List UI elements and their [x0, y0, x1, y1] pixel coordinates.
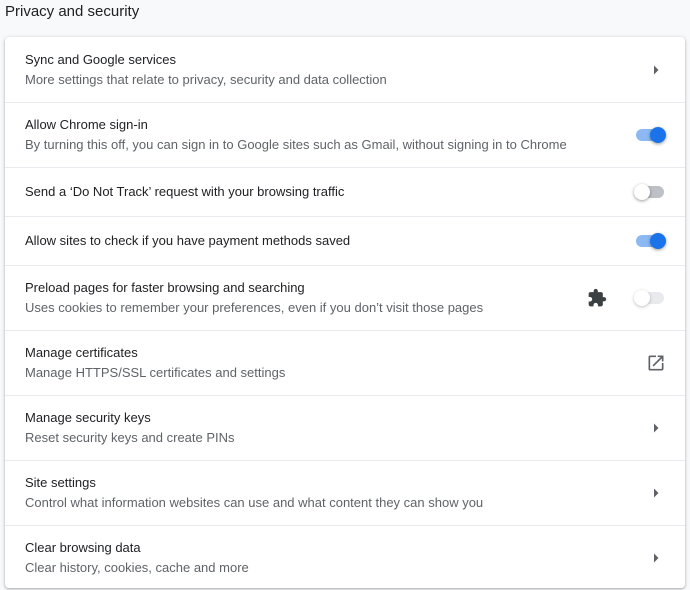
row-label: Site settings — [25, 475, 96, 490]
row-label: Manage certificates — [25, 345, 138, 360]
row-sublabel: Clear history, cookies, cache and more — [25, 560, 249, 575]
payment-methods-row: Allow sites to check if you have payment… — [5, 216, 685, 265]
extension-puzzle-icon[interactable] — [585, 286, 609, 310]
manage-security-keys-row[interactable]: Manage security keys Reset security keys… — [5, 395, 685, 460]
row-label: Clear browsing data — [25, 540, 141, 555]
toggle-knob — [650, 233, 666, 249]
toggle-knob — [650, 127, 666, 143]
row-label: Manage security keys — [25, 410, 151, 425]
manage-certificates-row[interactable]: Manage certificates Manage HTTPS/SSL cer… — [5, 330, 685, 395]
row-label: Allow Chrome sign-in — [25, 117, 148, 132]
row-sublabel: Uses cookies to remember your preference… — [25, 300, 484, 315]
do-not-track-row: Send a ‘Do Not Track’ request with your … — [5, 167, 685, 216]
row-label: Allow sites to check if you have payment… — [25, 233, 351, 248]
allow-chrome-signin-toggle[interactable] — [633, 125, 667, 145]
do-not-track-toggle[interactable] — [633, 182, 667, 202]
row-sublabel: By turning this off, you can sign in to … — [25, 137, 567, 152]
allow-chrome-signin-row: Allow Chrome sign-in By turning this off… — [5, 102, 685, 167]
sync-google-services-row[interactable]: Sync and Google services More settings t… — [5, 37, 685, 102]
row-label: Preload pages for faster browsing and se… — [25, 280, 305, 295]
clear-browsing-data-row[interactable]: Clear browsing data Clear history, cooki… — [5, 525, 685, 588]
chevron-right-icon[interactable] — [644, 416, 668, 440]
preload-pages-toggle[interactable] — [633, 288, 667, 308]
settings-page: Privacy and security Sync and Google ser… — [0, 0, 690, 590]
toggle-knob — [634, 290, 650, 306]
row-sublabel: Manage HTTPS/SSL certificates and settin… — [25, 365, 286, 380]
preload-pages-row: Preload pages for faster browsing and se… — [5, 265, 685, 330]
site-settings-row[interactable]: Site settings Control what information w… — [5, 460, 685, 525]
toggle-knob — [634, 184, 650, 200]
open-in-new-icon[interactable] — [644, 351, 668, 375]
payment-methods-toggle[interactable] — [633, 231, 667, 251]
chevron-right-icon[interactable] — [644, 58, 668, 82]
row-sublabel: More settings that relate to privacy, se… — [25, 71, 387, 87]
row-sublabel: Reset security keys and create PINs — [25, 430, 235, 445]
row-label: Sync and Google services — [25, 51, 177, 67]
chevron-right-icon[interactable] — [644, 481, 668, 505]
section-title: Privacy and security — [5, 3, 140, 20]
privacy-security-card: Sync and Google services More settings t… — [5, 37, 685, 588]
row-label: Send a ‘Do Not Track’ request with your … — [25, 184, 345, 199]
chevron-right-icon[interactable] — [644, 546, 668, 570]
row-sublabel: Control what information websites can us… — [25, 495, 484, 510]
